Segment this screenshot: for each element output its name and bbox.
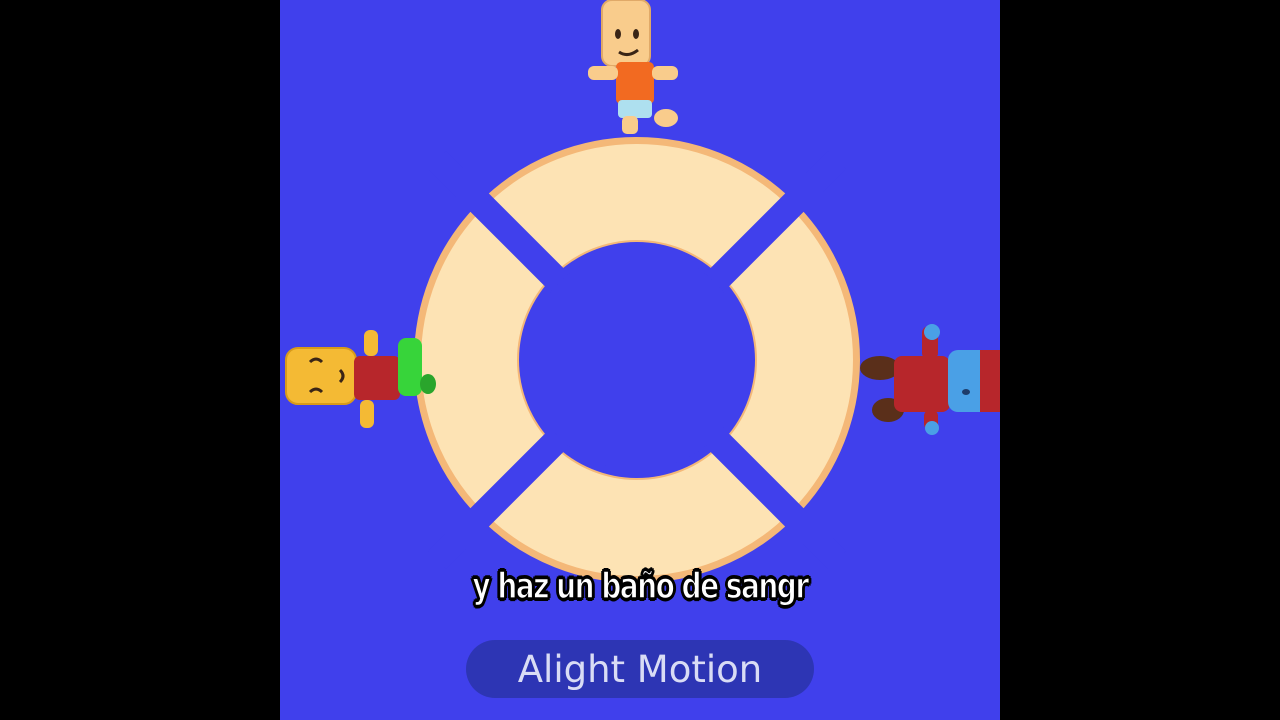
alight-motion-watermark: Alight Motion xyxy=(466,640,814,698)
subtitle-caption: y haz un baño de sangr xyxy=(472,565,810,608)
top-character xyxy=(588,0,678,134)
scene-illustration xyxy=(285,0,1000,583)
video-frame: y haz un baño de sangr Alight Motion xyxy=(280,0,1000,720)
left-character xyxy=(285,330,436,428)
right-character xyxy=(860,324,1000,435)
watermark-text: Alight Motion xyxy=(517,647,763,691)
lifebuoy-ring xyxy=(414,137,860,583)
